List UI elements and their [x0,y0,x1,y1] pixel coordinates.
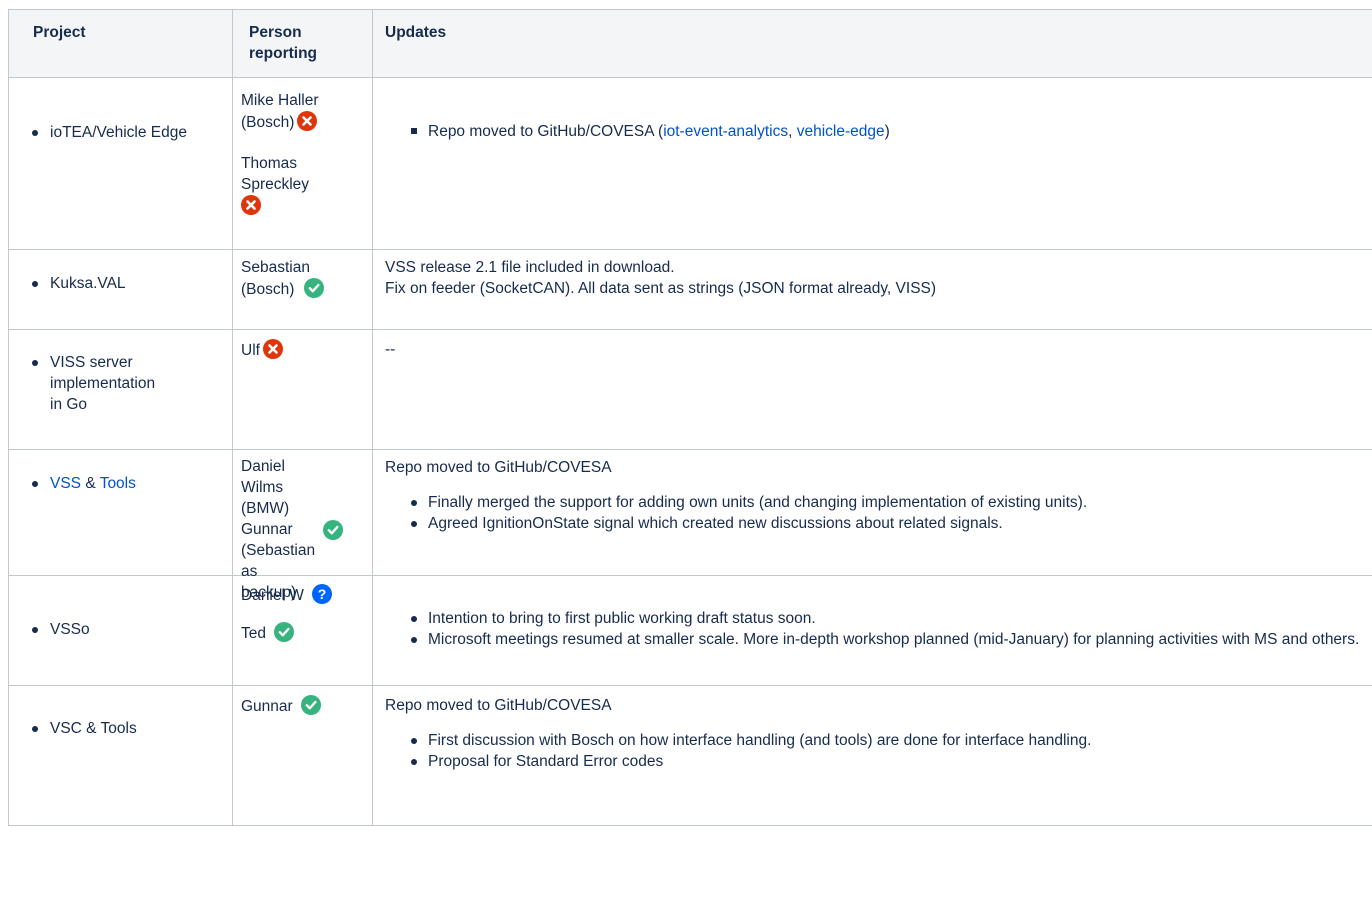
bullet-icon [32,726,38,732]
project-cell: VSC & Tools [8,685,233,826]
question-icon: ? [311,584,332,604]
update-bullet: Intention to bring to first public worki… [428,610,816,627]
bullet-icon [32,360,38,366]
project-cell: VSSo [8,575,233,686]
update-intro: Repo moved to GitHub/COVESA [385,459,612,476]
project-separator: & [81,475,100,492]
table-row: ioTEA/Vehicle Edge Mike Haller (Bosch) T… [8,77,1372,250]
update-bullet: Agreed IgnitionOnState signal which crea… [428,515,1003,532]
svg-text:?: ? [318,586,327,602]
project-name: VSSo [50,621,90,638]
square-bullet-icon [411,128,417,134]
bullet-icon [32,130,38,136]
table-row: VISS server implementation in Go Ulf -- [8,329,1372,450]
project-cell: Kuksa.VAL [8,249,233,330]
header-updates: Updates [372,9,1372,78]
cross-icon [262,339,283,359]
person-cell: Daniel W? Ted [232,575,373,686]
updates-cell: Repo moved to GitHub/COVESA First discus… [372,685,1372,826]
header-person: Person reporting [232,9,373,78]
header-row: Project Person reporting Updates [8,9,1372,78]
person-name: Ted [241,625,266,642]
person-cell: Sebastian (Bosch) [232,249,373,330]
updates-cell: VSS release 2.1 file included in downloa… [372,249,1372,330]
person-name: Sebastian (Bosch) [241,259,310,298]
project-cell: ioTEA/Vehicle Edge [8,77,233,250]
person-name: Daniel Wilms (BMW) Gunnar (Sebastian as … [241,458,316,601]
person-name: Daniel W [241,587,304,604]
update-bullet: Proposal for Standard Error codes [428,753,664,770]
bullet-icon [32,481,38,487]
header-project: Project [8,9,233,78]
update-bullet: First discussion with Bosch on how inter… [428,732,1092,749]
updates-cell: -- [372,329,1372,450]
project-cell: VSS & Tools [8,449,233,576]
bullet-icon [411,759,417,765]
bullet-icon [411,637,417,643]
project-name: VISS server implementation in Go [50,354,156,413]
link-vehicle-edge[interactable]: vehicle-edge [797,123,885,140]
status-table: Project Person reporting Updates ioTEA/V… [8,9,1372,826]
table-row: VSC & Tools Gunnar Repo moved to GitHub/… [8,685,1372,826]
update-text: VSS release 2.1 file included in downloa… [385,259,675,276]
person-name: Ulf [241,342,260,359]
bullet-icon [32,281,38,287]
updates-cell: Repo moved to GitHub/COVESA Finally merg… [372,449,1372,576]
project-cell: VISS server implementation in Go [8,329,233,450]
person-cell: Mike Haller (Bosch) Thomas Spreckley [232,77,373,250]
link-tools[interactable]: Tools [100,475,136,492]
person-cell: Gunnar [232,685,373,826]
table-row: VSS & Tools Daniel Wilms (BMW) Gunnar (S… [8,449,1372,601]
check-icon [323,520,343,540]
update-text: Repo moved to GitHub/COVESA ( [428,123,664,140]
check-icon [274,622,294,642]
person-cell: Ulf [232,329,373,450]
check-icon [300,695,321,715]
person-name: Gunnar [241,698,293,715]
link-vss[interactable]: VSS [50,475,81,492]
cross-icon [297,111,318,131]
update-bullet: Finally merged the support for adding ow… [428,494,1088,511]
person-name: Thomas Spreckley [241,155,310,193]
update-text: Fix on feeder (SocketCAN). All data sent… [385,280,937,297]
table-row: Kuksa.VAL Sebastian (Bosch) VSS release … [8,249,1372,330]
update-bullet: Microsoft meetings resumed at smaller sc… [428,631,1360,648]
bullet-icon [32,627,38,633]
check-icon [304,278,325,298]
update-intro: Repo moved to GitHub/COVESA [385,697,612,714]
person-cell: Daniel Wilms (BMW) Gunnar (Sebastian as … [232,449,373,601]
cross-icon [241,195,261,215]
table-row: VSSo Daniel W? Ted Intention to bring to… [8,575,1372,686]
project-name: Kuksa.VAL [50,275,126,292]
project-name: ioTEA/Vehicle Edge [50,124,188,141]
link-iot-event-analytics[interactable]: iot-event-analytics [663,123,788,140]
update-text: -- [385,341,396,358]
bullet-icon [411,616,417,622]
bullet-icon [411,500,417,506]
updates-cell: Intention to bring to first public worki… [372,575,1372,686]
bullet-icon [411,521,417,527]
separator-text: , [788,123,797,140]
project-name: VSC & Tools [50,720,137,737]
close-paren-text: ) [884,123,890,140]
updates-cell: Repo moved to GitHub/COVESA (iot-event-a… [372,77,1372,250]
bullet-icon [411,738,417,744]
